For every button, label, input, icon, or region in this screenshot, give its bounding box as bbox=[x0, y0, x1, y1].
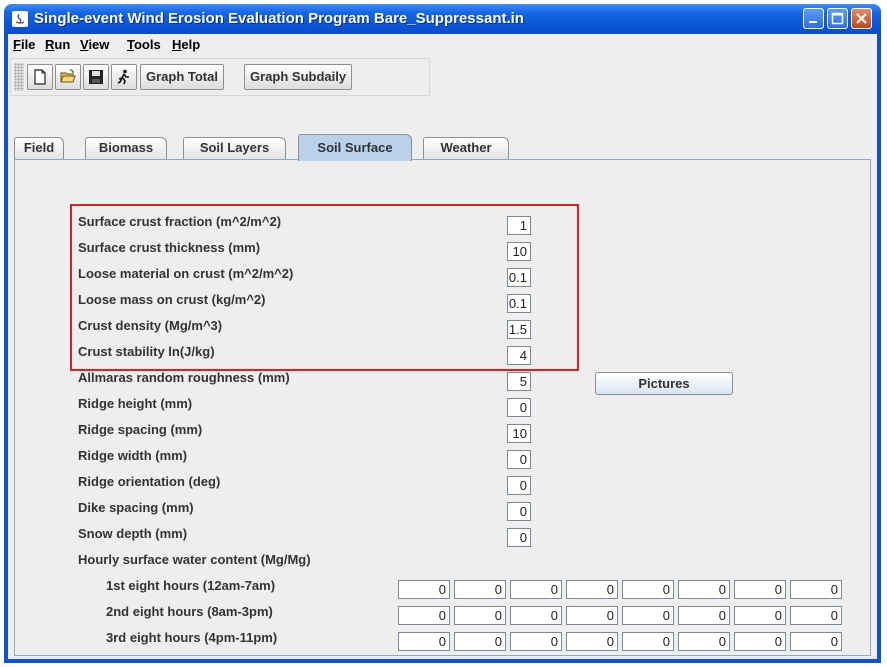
ridge-height-field[interactable]: 0 bbox=[507, 398, 531, 417]
menu-view-label: View bbox=[80, 37, 110, 52]
ridge-spacing-label: Ridge spacing (mm) bbox=[78, 422, 203, 437]
menu-help-label: Help bbox=[172, 37, 201, 52]
water-cell[interactable]: 0 bbox=[734, 632, 786, 651]
run-button[interactable] bbox=[111, 64, 137, 90]
water-cell[interactable]: 0 bbox=[510, 606, 562, 625]
water-cell[interactable]: 0 bbox=[398, 632, 450, 651]
water-cell[interactable]: 0 bbox=[790, 580, 842, 599]
menu-tools-label: Tools bbox=[127, 37, 161, 52]
water-cell[interactable]: 0 bbox=[454, 606, 506, 625]
water-cell[interactable]: 0 bbox=[734, 606, 786, 625]
maximize-button[interactable] bbox=[827, 8, 848, 29]
water-row-2-label: 2nd eight hours (8am-3pm) bbox=[106, 604, 273, 619]
close-button[interactable] bbox=[851, 8, 872, 29]
soil-surface-panel: Surface crust fraction (m^2/m^2) 1 Surfa… bbox=[14, 159, 871, 656]
save-file-button[interactable] bbox=[83, 64, 109, 90]
graph-subdaily-button[interactable]: Graph Subdaily bbox=[244, 64, 353, 90]
toolbar: Graph Total Graph Subdaily bbox=[10, 58, 430, 96]
water-cell[interactable]: 0 bbox=[398, 580, 450, 599]
allmaras-roughness-label: Allmaras random roughness (mm) bbox=[78, 370, 290, 385]
menu-help[interactable]: Help bbox=[172, 37, 200, 52]
water-cell[interactable]: 0 bbox=[566, 606, 618, 625]
water-cell[interactable]: 0 bbox=[566, 580, 618, 599]
surface-crust-fraction-field[interactable]: 1 bbox=[507, 216, 531, 235]
ridge-width-field[interactable]: 0 bbox=[507, 450, 531, 469]
crust-density-label: Crust density (Mg/m^3) bbox=[78, 318, 223, 333]
menu-file-label: File bbox=[13, 37, 36, 52]
snow-depth-field[interactable]: 0 bbox=[507, 528, 531, 547]
water-cell[interactable]: 0 bbox=[566, 632, 618, 651]
crust-density-field[interactable]: 1.5 bbox=[507, 320, 531, 339]
tab-field[interactable]: Field bbox=[14, 137, 64, 159]
dike-spacing-field[interactable]: 0 bbox=[507, 502, 531, 521]
water-row-1-label: 1st eight hours (12am-7am) bbox=[106, 578, 276, 593]
snow-depth-label: Snow depth (mm) bbox=[78, 526, 188, 541]
window-title: Single-event Wind Erosion Evaluation Pro… bbox=[34, 10, 524, 27]
client-area: File Run View Tools Help Graph Total Gra… bbox=[8, 34, 877, 659]
surface-crust-thickness-field[interactable]: 10 bbox=[507, 242, 531, 261]
loose-mass-on-crust-label: Loose mass on crust (kg/m^2) bbox=[78, 292, 266, 307]
tab-strip: Field Biomass Soil Layers Soil Surface W… bbox=[8, 134, 877, 161]
menu-run-label: Run bbox=[45, 37, 71, 52]
water-cell[interactable]: 0 bbox=[678, 632, 730, 651]
open-file-button[interactable] bbox=[55, 64, 81, 90]
ridge-spacing-field[interactable]: 10 bbox=[507, 424, 531, 443]
menu-tools[interactable]: Tools bbox=[127, 37, 161, 52]
hourly-water-content-header: Hourly surface water content (Mg/Mg) bbox=[78, 552, 311, 567]
maximize-icon bbox=[831, 12, 844, 25]
water-cell[interactable]: 0 bbox=[510, 632, 562, 651]
title-bar[interactable]: Single-event Wind Erosion Evaluation Pro… bbox=[4, 4, 881, 34]
tab-soil-layers[interactable]: Soil Layers bbox=[183, 137, 286, 159]
menu-view[interactable]: View bbox=[80, 37, 109, 52]
open-folder-icon bbox=[60, 69, 76, 83]
window-bottom-border bbox=[8, 656, 877, 659]
toolbar-grip[interactable] bbox=[14, 63, 24, 91]
loose-mass-on-crust-field[interactable]: 0.1 bbox=[507, 294, 531, 313]
ridge-width-label: Ridge width (mm) bbox=[78, 448, 188, 463]
crust-stability-label: Crust stability ln(J/kg) bbox=[78, 344, 215, 359]
water-cell[interactable]: 0 bbox=[454, 580, 506, 599]
save-disk-icon bbox=[89, 70, 103, 84]
tab-biomass[interactable]: Biomass bbox=[85, 137, 167, 159]
water-cell[interactable]: 0 bbox=[398, 606, 450, 625]
crust-stability-field[interactable]: 4 bbox=[507, 346, 531, 365]
tab-weather[interactable]: Weather bbox=[423, 137, 509, 159]
water-cell[interactable]: 0 bbox=[790, 632, 842, 651]
surface-crust-thickness-label: Surface crust thickness (mm) bbox=[78, 240, 261, 255]
run-person-icon bbox=[117, 69, 129, 85]
close-icon bbox=[856, 13, 867, 24]
graph-total-button[interactable]: Graph Total bbox=[140, 64, 224, 90]
loose-material-on-crust-label: Loose material on crust (m^2/m^2) bbox=[78, 266, 294, 281]
water-cell[interactable]: 0 bbox=[622, 606, 674, 625]
minimize-icon bbox=[809, 21, 817, 23]
water-cell[interactable]: 0 bbox=[510, 580, 562, 599]
new-file-button[interactable] bbox=[27, 64, 53, 90]
ridge-height-label: Ridge height (mm) bbox=[78, 396, 193, 411]
water-cell[interactable]: 0 bbox=[622, 580, 674, 599]
app-window: Single-event Wind Erosion Evaluation Pro… bbox=[4, 4, 881, 663]
water-cell[interactable]: 0 bbox=[790, 606, 842, 625]
allmaras-roughness-field[interactable]: 5 bbox=[507, 372, 531, 391]
minimize-button[interactable] bbox=[803, 8, 824, 29]
surface-crust-fraction-label: Surface crust fraction (m^2/m^2) bbox=[78, 214, 282, 229]
pictures-button[interactable]: Pictures bbox=[595, 372, 733, 395]
water-row-3-label: 3rd eight hours (4pm-11pm) bbox=[106, 630, 278, 645]
new-file-icon bbox=[34, 69, 46, 85]
menu-run[interactable]: Run bbox=[45, 37, 70, 52]
water-cell[interactable]: 0 bbox=[678, 606, 730, 625]
dike-spacing-label: Dike spacing (mm) bbox=[78, 500, 194, 515]
tab-soil-surface[interactable]: Soil Surface bbox=[298, 134, 412, 161]
menu-file[interactable]: File bbox=[13, 37, 35, 52]
menu-bar: File Run View Tools Help bbox=[8, 34, 877, 56]
ridge-orientation-field[interactable]: 0 bbox=[507, 476, 531, 495]
ridge-orientation-label: Ridge orientation (deg) bbox=[78, 474, 221, 489]
water-cell[interactable]: 0 bbox=[622, 632, 674, 651]
loose-material-on-crust-field[interactable]: 0.1 bbox=[507, 268, 531, 287]
java-app-icon bbox=[12, 11, 28, 27]
water-cell[interactable]: 0 bbox=[454, 632, 506, 651]
water-cell[interactable]: 0 bbox=[734, 580, 786, 599]
water-cell[interactable]: 0 bbox=[678, 580, 730, 599]
